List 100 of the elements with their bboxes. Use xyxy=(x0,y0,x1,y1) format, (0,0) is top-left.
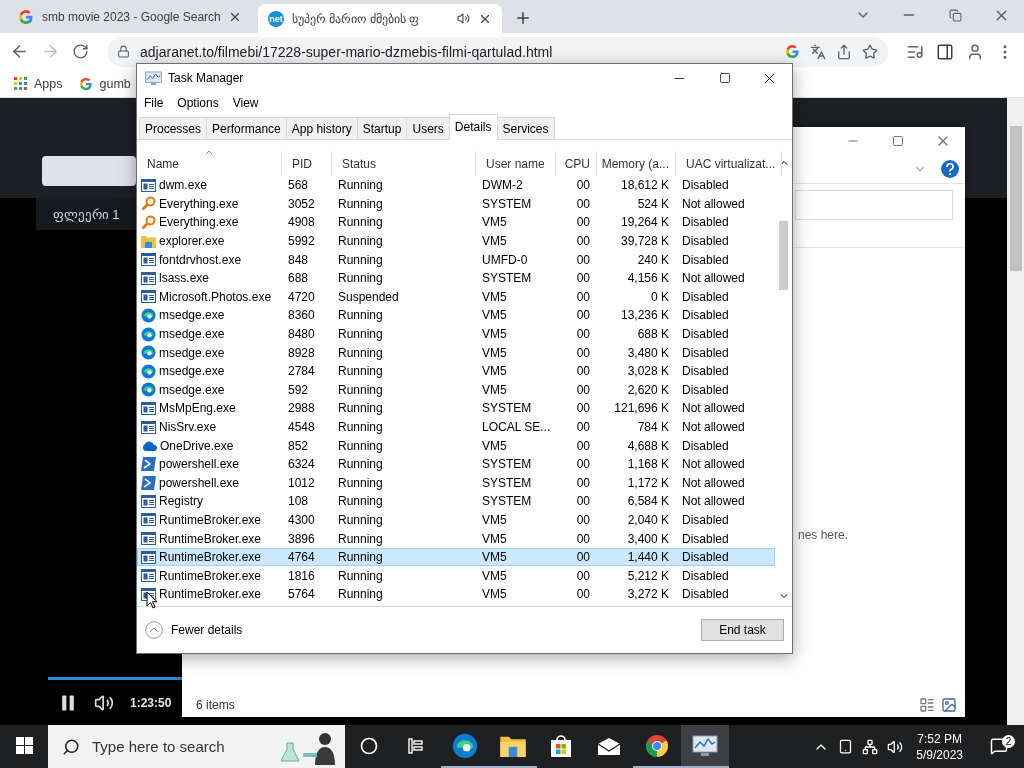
process-row[interactable]: fontdrvhost.exe 848 Running UMFD-0 00 240 K Disabled xyxy=(137,250,775,269)
details-view-icon[interactable] xyxy=(919,697,935,713)
restore-icon[interactable] xyxy=(948,8,962,22)
clock[interactable]: 7:52 PM 5/9/2023 xyxy=(916,730,963,763)
process-row[interactable]: powershell.exe 1012 Running SYSTEM 00 1,172 K Not allowed xyxy=(137,473,775,493)
process-row[interactable]: OneDrive.exe 852 Running VM5 00 4,688 K Disabled xyxy=(137,436,775,455)
google-logo-icon[interactable] xyxy=(785,44,800,59)
table-cell-text: Disabled xyxy=(681,586,730,603)
process-row[interactable]: lsass.exe 688 Running SYSTEM 00 4,156 K Not allowed xyxy=(137,268,775,288)
bookmark-link[interactable]: gumb xyxy=(78,76,131,91)
cloud-icon xyxy=(141,440,157,452)
browser-tab[interactable]: smb movie 2023 - Google Search xyxy=(8,3,252,30)
start-icon[interactable] xyxy=(15,737,33,754)
help-icon[interactable] xyxy=(941,160,959,178)
process-row[interactable]: Everything.exe 4908 Running VM5 00 19,264 K Disabled xyxy=(137,213,775,232)
process-row[interactable]: Registry 108 Running SYSTEM 00 6,584 K Not allowed xyxy=(137,492,775,511)
process-row[interactable]: NisSrv.exe 4548 Running LOCAL SE... 00 784 K Not allowed xyxy=(137,417,775,437)
back-icon[interactable] xyxy=(10,42,29,61)
tab[interactable]: Services xyxy=(496,117,555,139)
thumbnail-view-icon[interactable] xyxy=(941,697,957,713)
bookmark-link[interactable]: Apps xyxy=(14,76,63,91)
tab[interactable]: App history xyxy=(285,117,358,139)
reload-icon[interactable] xyxy=(72,43,89,60)
side-panel-icon[interactable] xyxy=(936,42,954,61)
notification-button[interactable]: 2 xyxy=(982,736,1016,757)
process-row[interactable]: msedge.exe 8928 Running VM5 00 3,480 K Disabled xyxy=(137,343,775,362)
table-cell-text: 4,688 K xyxy=(626,437,670,454)
process-row[interactable]: Microsoft.Photos.exe 4720 Suspended VM5 00 0 K Disabled xyxy=(137,287,775,307)
scroll-thumb[interactable] xyxy=(1009,126,1022,271)
profile-icon[interactable] xyxy=(966,42,984,61)
table-cell-text: 240 K xyxy=(636,251,670,268)
menu-item[interactable]: File xyxy=(144,96,164,110)
column-header[interactable]: CPU xyxy=(556,151,597,176)
process-row[interactable]: msedge.exe 592 Running VM5 00 2,620 K Disabled xyxy=(137,380,775,400)
table-cell-text: Disabled xyxy=(681,177,730,194)
table-cell-text: Disabled xyxy=(681,437,730,454)
process-row[interactable]: msedge.exe 2784 Running VM5 00 3,028 K Disabled xyxy=(137,361,775,381)
table-cell-text: VM5 xyxy=(481,307,508,324)
table-cell-text: Disabled xyxy=(681,214,730,231)
maximize-icon[interactable] xyxy=(718,72,731,84)
tab[interactable]: Details xyxy=(448,114,498,140)
process-name: Microsoft.Photos.exe xyxy=(159,289,272,304)
table-cell-text: Disabled xyxy=(681,344,730,361)
process-name: msedge.exe xyxy=(159,364,225,379)
process-row[interactable]: powershell.exe 6324 Running SYSTEM 00 1,168 K Not allowed xyxy=(137,454,775,474)
maximize-icon[interactable] xyxy=(891,135,904,147)
table-cell-text: 00 xyxy=(575,437,591,454)
table-cell-text: 2988 xyxy=(287,400,316,417)
column-header[interactable]: PID xyxy=(282,151,332,176)
browser-tab[interactable]: net სუპერ მარიო ძმების ფ xyxy=(258,4,502,33)
table-cell-text: Running xyxy=(337,307,384,324)
process-row[interactable]: RuntimeBroker.exe 3896 Running VM5 00 3,400 K Disabled xyxy=(137,529,775,548)
column-header[interactable]: UAC virtualizat... xyxy=(676,151,783,176)
cortana-circle-icon xyxy=(360,736,378,755)
menu-item[interactable]: Options xyxy=(177,96,219,110)
column-header[interactable]: Memory (a... xyxy=(597,151,676,176)
table-cell-text: 00 xyxy=(575,381,591,399)
table-cell-text: Running xyxy=(337,437,384,454)
network-icon[interactable] xyxy=(862,738,879,755)
address-bar[interactable]: adjaranet.to/filmebi/17228-super-mario-dzmebis-filmi-qartulad.html xyxy=(107,36,888,67)
tablet-icon[interactable] xyxy=(838,739,854,754)
process-row[interactable]: msedge.exe 8480 Running VM5 00 688 K Disabled xyxy=(137,324,775,344)
star-icon[interactable] xyxy=(862,43,878,60)
end-task-button[interactable]: End task xyxy=(701,619,784,641)
fewer-details-link[interactable]: Fewer details xyxy=(145,621,243,639)
process-name: fontdrvhost.exe xyxy=(159,252,242,267)
process-row[interactable]: msedge.exe 8360 Running VM5 00 13,236 K Disabled xyxy=(137,306,775,325)
process-name: dwm.exe xyxy=(159,178,208,193)
process-row[interactable]: RuntimeBroker.exe 1816 Running VM5 00 5,212 K Disabled xyxy=(137,566,775,586)
process-row[interactable]: Everything.exe 3052 Running SYSTEM 00 524 K Not allowed xyxy=(137,194,775,214)
search-field[interactable] xyxy=(795,190,953,220)
menu-item[interactable]: View xyxy=(232,96,259,110)
tab[interactable]: Processes xyxy=(139,117,208,139)
taskbar-app-button[interactable] xyxy=(681,725,729,768)
volume-icon[interactable] xyxy=(94,692,114,713)
translate-icon[interactable] xyxy=(810,43,826,60)
process-row[interactable]: explorer.exe 5992 Running VM5 00 39,728 K Disabled xyxy=(137,231,775,251)
column-header[interactable]: User name xyxy=(476,151,556,176)
empty-folder-message: nes here. xyxy=(798,528,850,542)
share-icon[interactable] xyxy=(836,43,852,60)
taskbar-search-field[interactable]: Type here to search xyxy=(48,725,345,768)
scroll-thumb[interactable] xyxy=(779,221,788,290)
column-header[interactable]: Status xyxy=(332,151,476,176)
table-cell-text: 524 K xyxy=(636,195,670,213)
process-row[interactable]: RuntimeBroker.exe 4764 Running VM5 00 1,440 K Disabled xyxy=(137,547,775,567)
process-name: RuntimeBroker.exe xyxy=(159,531,262,546)
process-row[interactable]: dwm.exe 568 Running DWM-2 00 18,612 K Disabled xyxy=(137,176,775,195)
volume-icon[interactable] xyxy=(887,738,904,755)
tab[interactable]: Startup xyxy=(356,117,408,139)
player-tab[interactable]: ფლეერი 1 xyxy=(36,198,136,230)
new-tab-icon[interactable] xyxy=(514,9,532,27)
column-header[interactable]: Name xyxy=(137,151,282,176)
process-row[interactable]: MsMpEng.exe 2988 Running SYSTEM 00 121,696 K Not allowed xyxy=(137,399,775,418)
table-cell-text: 5,212 K xyxy=(626,567,670,585)
process-row[interactable]: RuntimeBroker.exe 4300 Running VM5 00 2,040 K Disabled xyxy=(137,510,775,530)
clock-time: 7:52 PM xyxy=(917,730,962,747)
table-cell-text: VM5 xyxy=(481,512,508,529)
tab[interactable]: Performance xyxy=(206,117,287,139)
tab[interactable]: Users xyxy=(406,117,450,139)
page-scrollbar[interactable] xyxy=(1007,98,1024,725)
